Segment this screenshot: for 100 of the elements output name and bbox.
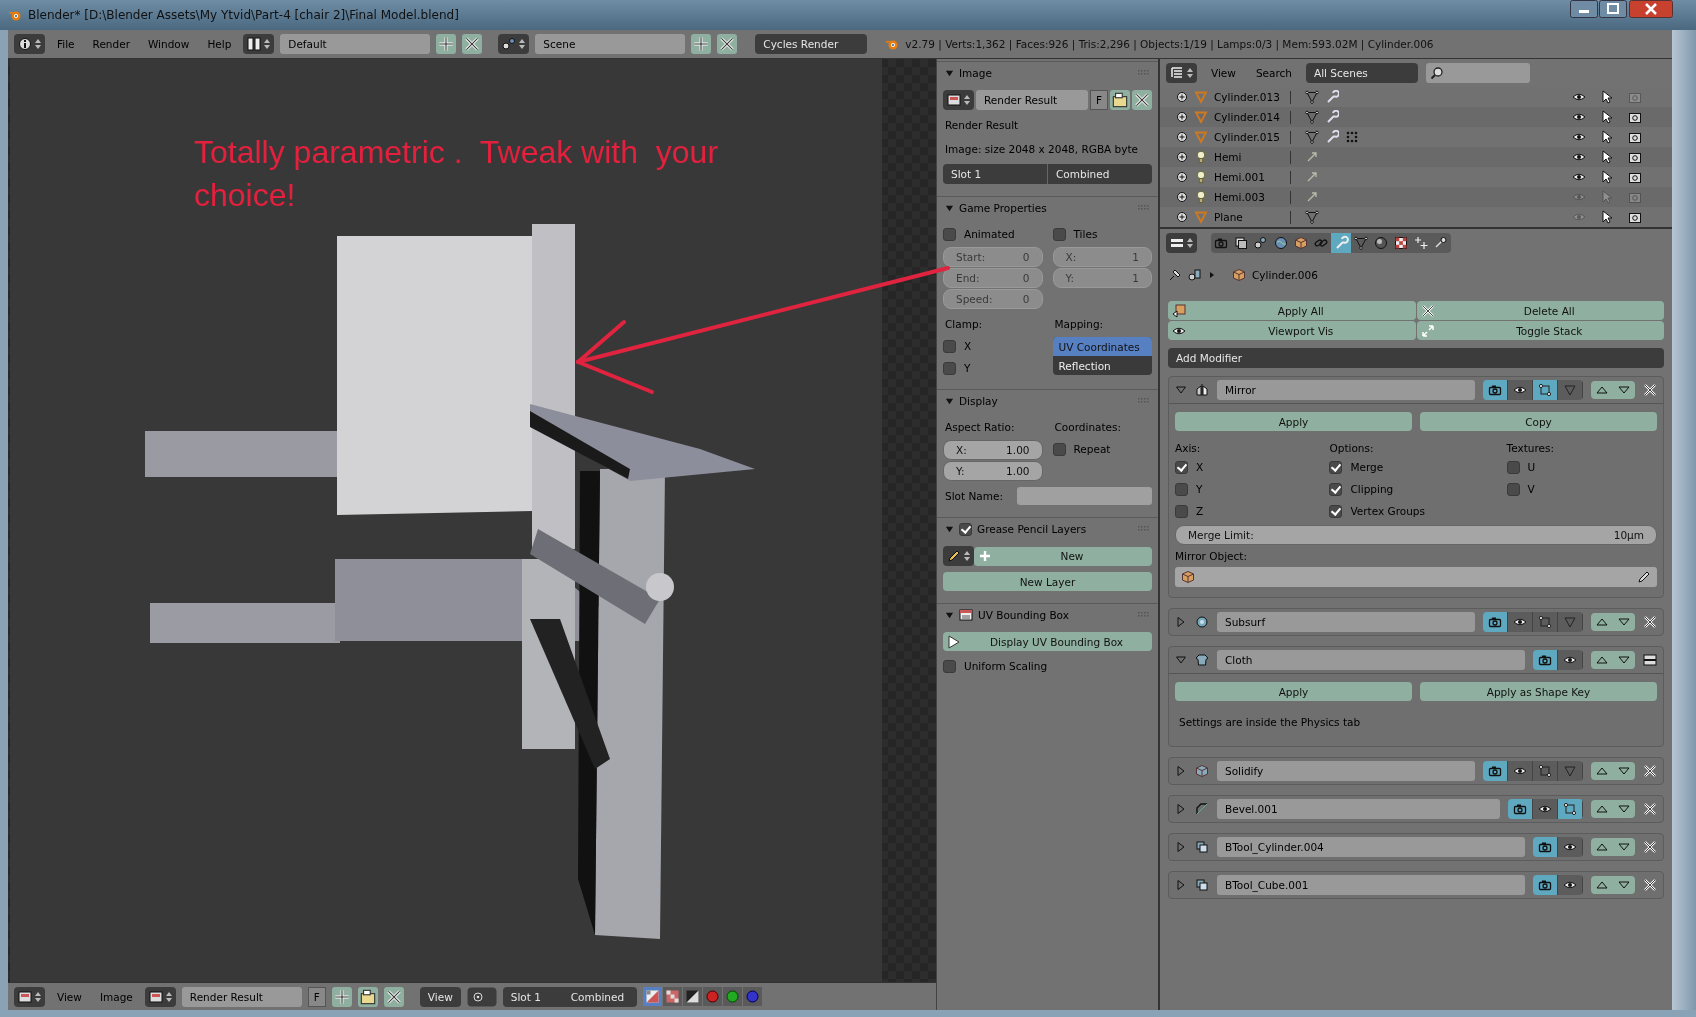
checkbox[interactable] xyxy=(1506,460,1520,474)
checkbox[interactable] xyxy=(1329,460,1343,474)
move-down-button[interactable] xyxy=(1613,838,1635,856)
panel-icon[interactable] xyxy=(1643,653,1657,667)
number-field[interactable]: X: 1 xyxy=(1052,247,1152,267)
menu-item[interactable]: View xyxy=(1205,67,1242,79)
number-field[interactable]: Start: 0 xyxy=(943,247,1043,267)
camera-icon[interactable] xyxy=(1628,150,1642,164)
menu-item[interactable]: File xyxy=(51,38,81,50)
expand-icon[interactable] xyxy=(1176,111,1188,123)
edit-mode-toggle[interactable] xyxy=(1558,799,1583,819)
object-name[interactable]: Cylinder.013 xyxy=(1214,91,1284,103)
camera-toggle[interactable] xyxy=(1533,650,1558,670)
expand-arrow-icon[interactable] xyxy=(1175,765,1187,777)
image-browse-dropdown[interactable] xyxy=(943,90,974,110)
remove-button[interactable] xyxy=(717,34,738,54)
new-button[interactable]: New xyxy=(974,546,1152,566)
remove-button[interactable] xyxy=(383,986,404,1007)
fake-user-toggle[interactable]: F xyxy=(1090,90,1108,110)
object-name[interactable]: Cylinder.015 xyxy=(1214,131,1284,143)
remove-button[interactable] xyxy=(462,34,483,54)
wrench-icon[interactable] xyxy=(1325,130,1339,144)
cursor-icon[interactable] xyxy=(1600,150,1614,164)
checkbox[interactable] xyxy=(943,227,956,241)
eye-toggle[interactable] xyxy=(1533,799,1558,819)
move-up-button[interactable] xyxy=(1591,613,1613,631)
object-name[interactable]: Cylinder.014 xyxy=(1214,111,1284,123)
cursor-icon[interactable] xyxy=(1600,170,1614,184)
apply-all-button[interactable]: Apply All xyxy=(1168,301,1416,320)
expand-icon[interactable] xyxy=(1176,171,1188,183)
eye-toggle[interactable] xyxy=(1558,837,1583,857)
grip-icon[interactable] xyxy=(1138,398,1150,404)
slot-dropdown[interactable]: Slot 1 xyxy=(502,986,563,1007)
cursor-icon[interactable] xyxy=(1600,130,1614,144)
minimize-button[interactable] xyxy=(1570,0,1598,18)
dots-icon[interactable] xyxy=(1345,130,1359,144)
add-modifier-dropdown[interactable]: Add Modifier xyxy=(1168,348,1664,368)
menu-item[interactable]: Help xyxy=(201,38,238,50)
collapse-arrow-icon[interactable] xyxy=(945,396,954,406)
eyedropper-icon[interactable] xyxy=(1637,570,1651,584)
expand-icon[interactable] xyxy=(1176,211,1188,223)
expand-arrow-icon[interactable] xyxy=(1175,803,1187,815)
fake-user-toggle[interactable]: F xyxy=(307,986,326,1007)
eye-toggle[interactable] xyxy=(1558,875,1583,895)
move-up-button[interactable] xyxy=(1591,800,1613,818)
eye-toggle[interactable] xyxy=(1558,650,1583,670)
expand-arrow-icon[interactable] xyxy=(1175,654,1187,666)
add-button[interactable] xyxy=(436,34,457,54)
checkbox[interactable] xyxy=(943,339,956,353)
scene-name-field[interactable]: Scene xyxy=(535,34,686,54)
cursor-icon[interactable] xyxy=(1600,110,1614,124)
remove-button[interactable] xyxy=(1132,90,1152,110)
checkbox[interactable] xyxy=(1175,504,1188,518)
render-pass-dropdown[interactable]: Combined xyxy=(562,986,637,1007)
editor-type-dropdown[interactable] xyxy=(14,34,45,54)
render-engine-dropdown[interactable]: Cycles Render xyxy=(755,34,868,54)
menu-item[interactable]: Window xyxy=(141,38,196,50)
eye-toggle[interactable] xyxy=(1508,612,1533,632)
checkbox[interactable] xyxy=(1506,482,1520,496)
number-field[interactable]: X: 1.00 xyxy=(943,440,1043,460)
delete-all-button[interactable]: Delete All xyxy=(1416,301,1664,320)
mesh-triangle-icon[interactable] xyxy=(1305,110,1319,124)
diagonal-arrow-icon[interactable] xyxy=(1305,150,1319,164)
apply-as-shape-key-button[interactable]: Apply as Shape Key xyxy=(1420,682,1657,701)
edit-mode-toggle[interactable] xyxy=(1533,612,1558,632)
add-button[interactable] xyxy=(331,986,352,1007)
move-down-button[interactable] xyxy=(1613,381,1635,399)
cage-toggle[interactable] xyxy=(1558,380,1583,400)
checkbox[interactable] xyxy=(943,361,956,375)
checkbox[interactable] xyxy=(1052,442,1066,456)
menu-item[interactable]: Image xyxy=(93,990,139,1003)
grip-icon[interactable] xyxy=(1138,205,1150,211)
edit-mode-toggle[interactable] xyxy=(1533,761,1558,781)
expand-arrow-icon[interactable] xyxy=(1175,879,1187,891)
diagonal-arrow-icon[interactable] xyxy=(1305,190,1319,204)
checkbox[interactable] xyxy=(1175,460,1188,474)
slot-name-field[interactable] xyxy=(1017,487,1152,505)
mapping-option[interactable]: UV Coordinates xyxy=(1052,337,1152,356)
modifier-name-field[interactable]: BTool_Cube.001 xyxy=(1217,875,1525,895)
apply-button[interactable]: Apply xyxy=(1175,682,1412,701)
viewport-vis-button[interactable]: Viewport Vis xyxy=(1168,321,1416,340)
number-field[interactable]: Y: 1.00 xyxy=(943,461,1043,481)
modifier-name-field[interactable]: Subsurf xyxy=(1217,612,1475,632)
expand-icon[interactable] xyxy=(1176,151,1188,163)
edit-mode-toggle[interactable] xyxy=(1533,380,1558,400)
pencil-dropdown[interactable] xyxy=(943,546,974,566)
checkbox[interactable] xyxy=(1329,504,1343,518)
mesh-triangle-icon[interactable] xyxy=(1305,130,1319,144)
camera-toggle[interactable] xyxy=(1533,837,1558,857)
new-layer-button[interactable]: New Layer xyxy=(943,572,1152,591)
maximize-button[interactable] xyxy=(1599,0,1627,18)
checkbox[interactable] xyxy=(959,522,972,536)
camera-icon[interactable] xyxy=(1628,110,1642,124)
move-up-button[interactable] xyxy=(1591,838,1613,856)
add-button[interactable] xyxy=(691,34,712,54)
camera-toggle[interactable] xyxy=(1483,761,1508,781)
number-field[interactable]: Speed: 0 xyxy=(943,289,1043,309)
object-name[interactable]: Hemi.003 xyxy=(1214,191,1284,203)
image-browse-dropdown[interactable] xyxy=(144,986,176,1007)
mapping-option[interactable]: Reflection xyxy=(1052,356,1152,375)
